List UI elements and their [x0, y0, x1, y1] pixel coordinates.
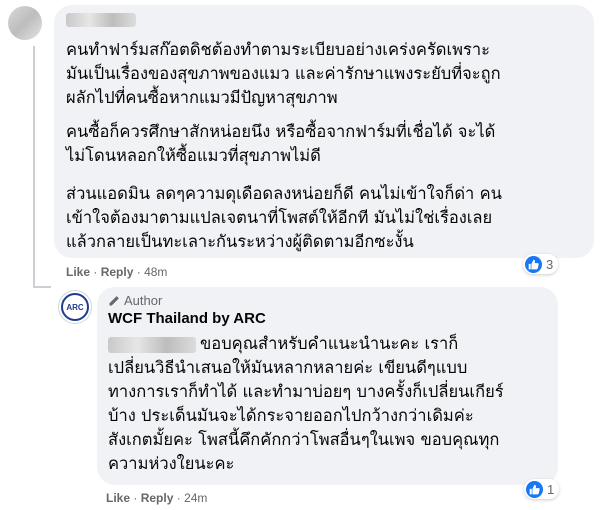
comment-line: ผลักไปที่คนซื้อหากแมวมีปัญหาสุขภาพ: [66, 88, 338, 107]
comment-line: คนซื้อก็ควรศึกษาสักหน่อยนึง หรือซื้อจากฟ…: [66, 122, 496, 141]
like-button[interactable]: Like: [66, 265, 90, 279]
page-avatar[interactable]: ARC: [58, 290, 92, 324]
reply-first-line: ขอบคุณสำหรับคำแนะนำนะคะ เราก็: [108, 332, 504, 356]
thread-branch: [33, 286, 51, 288]
reply-line: ขอบคุณสำหรับคำแนะนำนะคะ เราก็: [200, 334, 459, 353]
pencil-icon: [109, 295, 119, 305]
thread-line: [33, 46, 35, 286]
reaction-count-badge[interactable]: 3: [523, 254, 559, 274]
arc-logo-icon: ARC: [61, 293, 89, 321]
author-badge-label: Author: [124, 293, 163, 308]
comment-timestamp[interactable]: 48m: [144, 265, 167, 279]
reply-button[interactable]: Reply: [141, 491, 174, 505]
comment-line: เข้าใจต้องมาตามแปลเจตนาที่โพสต์ให้อีกที …: [66, 208, 493, 227]
page-name-link[interactable]: WCF Thailand by ARC: [108, 310, 266, 327]
reply-body: ขอบคุณสำหรับคำแนะนำนะคะ เราก็ เปลี่ยนวิธ…: [108, 332, 504, 476]
separator-dot: ·: [93, 265, 101, 279]
like-reaction-icon: [526, 480, 543, 498]
reply-line: ความห่วงใยนะคะ: [108, 454, 235, 473]
comment-line: ไม่โดนหลอกให้ซื้อแมวที่สุขภาพไม่ดี: [66, 146, 321, 165]
reply-actions: Like · Reply · 24m: [106, 491, 207, 505]
reply-line: สังเกตมั้ยคะ โพสนี้คึกคักกว่าโพสอื่นๆในเ…: [108, 430, 500, 449]
commenter-avatar[interactable]: [8, 6, 42, 40]
reaction-count: 3: [546, 256, 554, 272]
separator-dot: ·: [176, 491, 185, 505]
reply-line: เปลี่ยนวิธีนำเสนอให้มันหลากหลายค่ะ เขียน…: [108, 358, 468, 377]
reply-line: บ้าง ประเด็นมันจะได้กระจายออกไปกว้างกว่า…: [108, 406, 474, 425]
mention-redacted[interactable]: [108, 336, 196, 353]
author-badge: Author: [108, 293, 162, 308]
separator-dot: ·: [133, 491, 141, 505]
comment-line: คนทำฟาร์มสก๊อตดิชต้องทำตามระเบียบอย่างเค…: [66, 40, 491, 59]
commenter-name-redacted[interactable]: [66, 13, 136, 27]
comment-actions: Like · Reply · 48m: [66, 265, 167, 279]
reaction-count: 1: [547, 481, 555, 497]
separator-dot: ·: [136, 265, 145, 279]
like-button[interactable]: Like: [106, 491, 130, 505]
comment-paragraph-3: ส่วนแอดมิน ลดๆความดุเดือดลงหน่อยก็ดี คนไ…: [66, 182, 502, 254]
like-reaction-icon: [525, 255, 542, 273]
comment-paragraph-1: คนทำฟาร์มสก๊อตดิชต้องทำตามระเบียบอย่างเค…: [66, 38, 501, 110]
reply-line: ทางการเราก็ทำได้ และทำมาบ่อยๆ บางครั้งก็…: [108, 382, 504, 401]
reply-timestamp[interactable]: 24m: [184, 491, 207, 505]
reply-button[interactable]: Reply: [101, 265, 134, 279]
comment-paragraph-2: คนซื้อก็ควรศึกษาสักหน่อยนึง หรือซื้อจากฟ…: [66, 120, 495, 168]
reaction-count-badge[interactable]: 1: [524, 479, 560, 499]
comment-line: แล้วกลายเป็นทะเลาะกันระหว่างผู้ติดตามอีก…: [66, 232, 414, 251]
comment-line: ส่วนแอดมิน ลดๆความดุเดือดลงหน่อยก็ดี คนไ…: [66, 184, 502, 203]
comment-line: มันเป็นเรื่องของสุขภาพของแมว และค่ารักษา…: [66, 64, 501, 83]
